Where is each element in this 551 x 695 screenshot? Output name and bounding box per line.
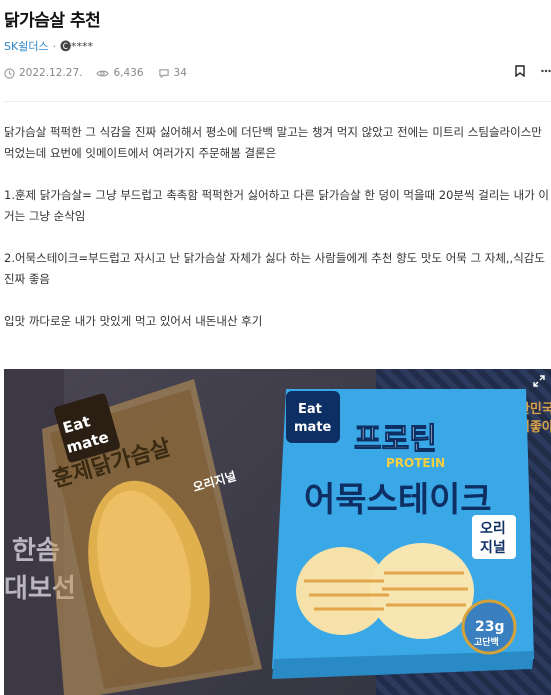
post-date: 2022.12.27. — [19, 67, 83, 79]
post-meta: 2022.12.27. 6,436 34 — [4, 65, 551, 81]
pkg2-flavor-2: 지널 — [480, 540, 506, 556]
paragraph-review-1: 1.훈제 닭가슴살= 그냥 부드럽고 촉촉함 퍽퍽한거 싫어하고 다른 닭가슴살… — [4, 188, 550, 223]
photo-illustration: 한솜 대보선 대한민국 농협좋아 Eat mate 훈제닭가슴살 오리지널 Ea… — [4, 379, 551, 695]
pkg2-brand-1: Eat — [298, 402, 322, 417]
date-item: 2022.12.27. — [4, 67, 82, 79]
view-count: 6,436 — [113, 67, 144, 79]
pkg2-flavor-1: 오리 — [480, 521, 506, 537]
pkg2-brand-2: mate — [294, 420, 332, 435]
chicken-package: Eat mate 훈제닭가슴살 오리지널 — [42, 379, 262, 695]
comments-item[interactable]: 34 — [158, 67, 187, 79]
eye-icon — [96, 70, 110, 76]
pkg2-title: 프로틴 — [354, 422, 437, 457]
post-photo[interactable]: 한솜 대보선 대한민국 농협좋아 Eat mate 훈제닭가슴살 오리지널 Ea… — [4, 369, 551, 695]
more-options-icon[interactable] — [541, 69, 551, 73]
paragraph-intro: 닭가슴살 퍽퍽한 그 식감을 진짜 싫어해서 평소에 더단백 말고는 챙겨 먹지… — [4, 125, 542, 160]
post-title: 닭가슴살 추천 — [4, 11, 101, 31]
pkg2-badge-num: 23g — [475, 619, 505, 635]
clock-icon — [4, 67, 15, 79]
author-link[interactable]: SK쉴더스 — [4, 38, 49, 54]
expand-icon[interactable] — [533, 375, 545, 387]
header-divider — [4, 101, 551, 102]
fishcake-package: Eat mate 프로틴 PROTEIN 어묵스테이크 오리 지널 23g 고단… — [272, 389, 534, 679]
author-separator: · — [52, 39, 57, 53]
bookmark-icon[interactable] — [515, 65, 525, 77]
author-row: SK쉴더스 · 🅒**** — [4, 38, 93, 54]
comment-icon — [158, 68, 169, 78]
paragraph-closing: 입맛 까다로운 내가 맛있게 먹고 있어서 내돈내산 후기 — [4, 314, 263, 328]
post-actions — [515, 65, 551, 77]
paragraph-review-2: 2.어묵스테이크=부드럽고 자시고 난 닭가슴살 자체가 싫다 하는 사람들에게… — [4, 251, 545, 286]
views-item: 6,436 — [96, 67, 144, 79]
pkg2-badge-txt: 고단백 — [474, 636, 499, 648]
post-body: 닭가슴살 퍽퍽한 그 식감을 진짜 싫어해서 평소에 더단백 말고는 챙겨 먹지… — [4, 122, 551, 353]
comment-count: 34 — [173, 67, 187, 79]
pkg2-sub: PROTEIN — [386, 456, 445, 470]
pkg2-name: 어묵스테이크 — [304, 480, 492, 520]
masked-username: 🅒**** — [60, 40, 94, 53]
